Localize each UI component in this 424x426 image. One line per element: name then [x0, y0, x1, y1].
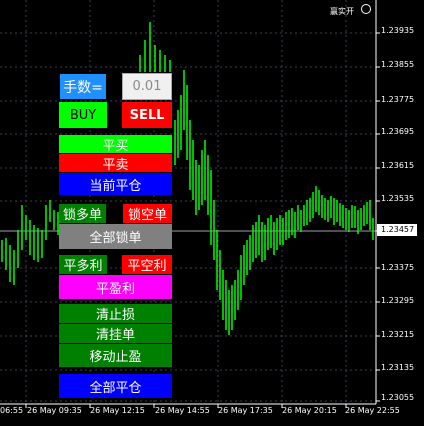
price-label: 1.23215 — [381, 330, 415, 339]
price-label: 1.23375 — [381, 263, 415, 272]
buy-button[interactable]: BUY — [59, 102, 107, 128]
sell-button[interactable]: SELL — [122, 102, 172, 128]
time-label: 26 May 12:15 — [90, 406, 145, 415]
price-label: 1.23775 — [381, 95, 415, 104]
time-label: 26 May 20:15 — [282, 406, 337, 415]
price-label: 1.23055 — [381, 393, 415, 402]
close-sell-button[interactable]: 平卖 — [59, 154, 172, 173]
current-price-marker: 1.23457 — [377, 224, 417, 236]
price-label: 1.23535 — [381, 194, 415, 203]
price-label: 1.23295 — [381, 296, 415, 305]
time-label: 26 May 17:35 — [218, 406, 273, 415]
lock-long-button[interactable]: 锁多单 — [59, 204, 106, 223]
close-buy-button[interactable]: 平买 — [59, 135, 172, 154]
lots-input[interactable]: 0.01 — [122, 73, 172, 100]
close-short-profit-button[interactable]: 平空利 — [122, 255, 172, 274]
lots-label: 手数= — [60, 74, 106, 99]
price-label: 1.23935 — [381, 26, 415, 35]
brand-label: 赢实开 — [330, 7, 354, 16]
time-label: 26 May 14:55 — [155, 406, 210, 415]
time-label: 26 May 09:35 — [27, 406, 82, 415]
clear-stop-button[interactable]: 清止损 — [59, 304, 172, 323]
lock-all-button[interactable]: 全部锁单 — [59, 224, 172, 249]
close-all-button[interactable]: 全部平仓 — [59, 374, 172, 398]
close-long-profit-button[interactable]: 平多利 — [59, 255, 107, 274]
time-label: 26 May 22:55 — [345, 406, 400, 415]
clear-pending-button[interactable]: 清挂单 — [59, 324, 172, 343]
lock-short-button[interactable]: 锁空单 — [123, 204, 172, 223]
smiley-icon — [361, 4, 371, 14]
close-profit-button[interactable]: 平盈利 — [59, 275, 172, 299]
price-label: 1.23135 — [381, 363, 415, 372]
close-current-button[interactable]: 当前平仓 — [59, 173, 172, 195]
price-label: 1.23855 — [381, 60, 415, 69]
trailing-stop-button[interactable]: 移动止盈 — [59, 344, 172, 367]
price-label: 1.23695 — [381, 127, 415, 136]
price-label: 1.23615 — [381, 161, 415, 170]
time-label: 06:55 — [0, 406, 24, 415]
